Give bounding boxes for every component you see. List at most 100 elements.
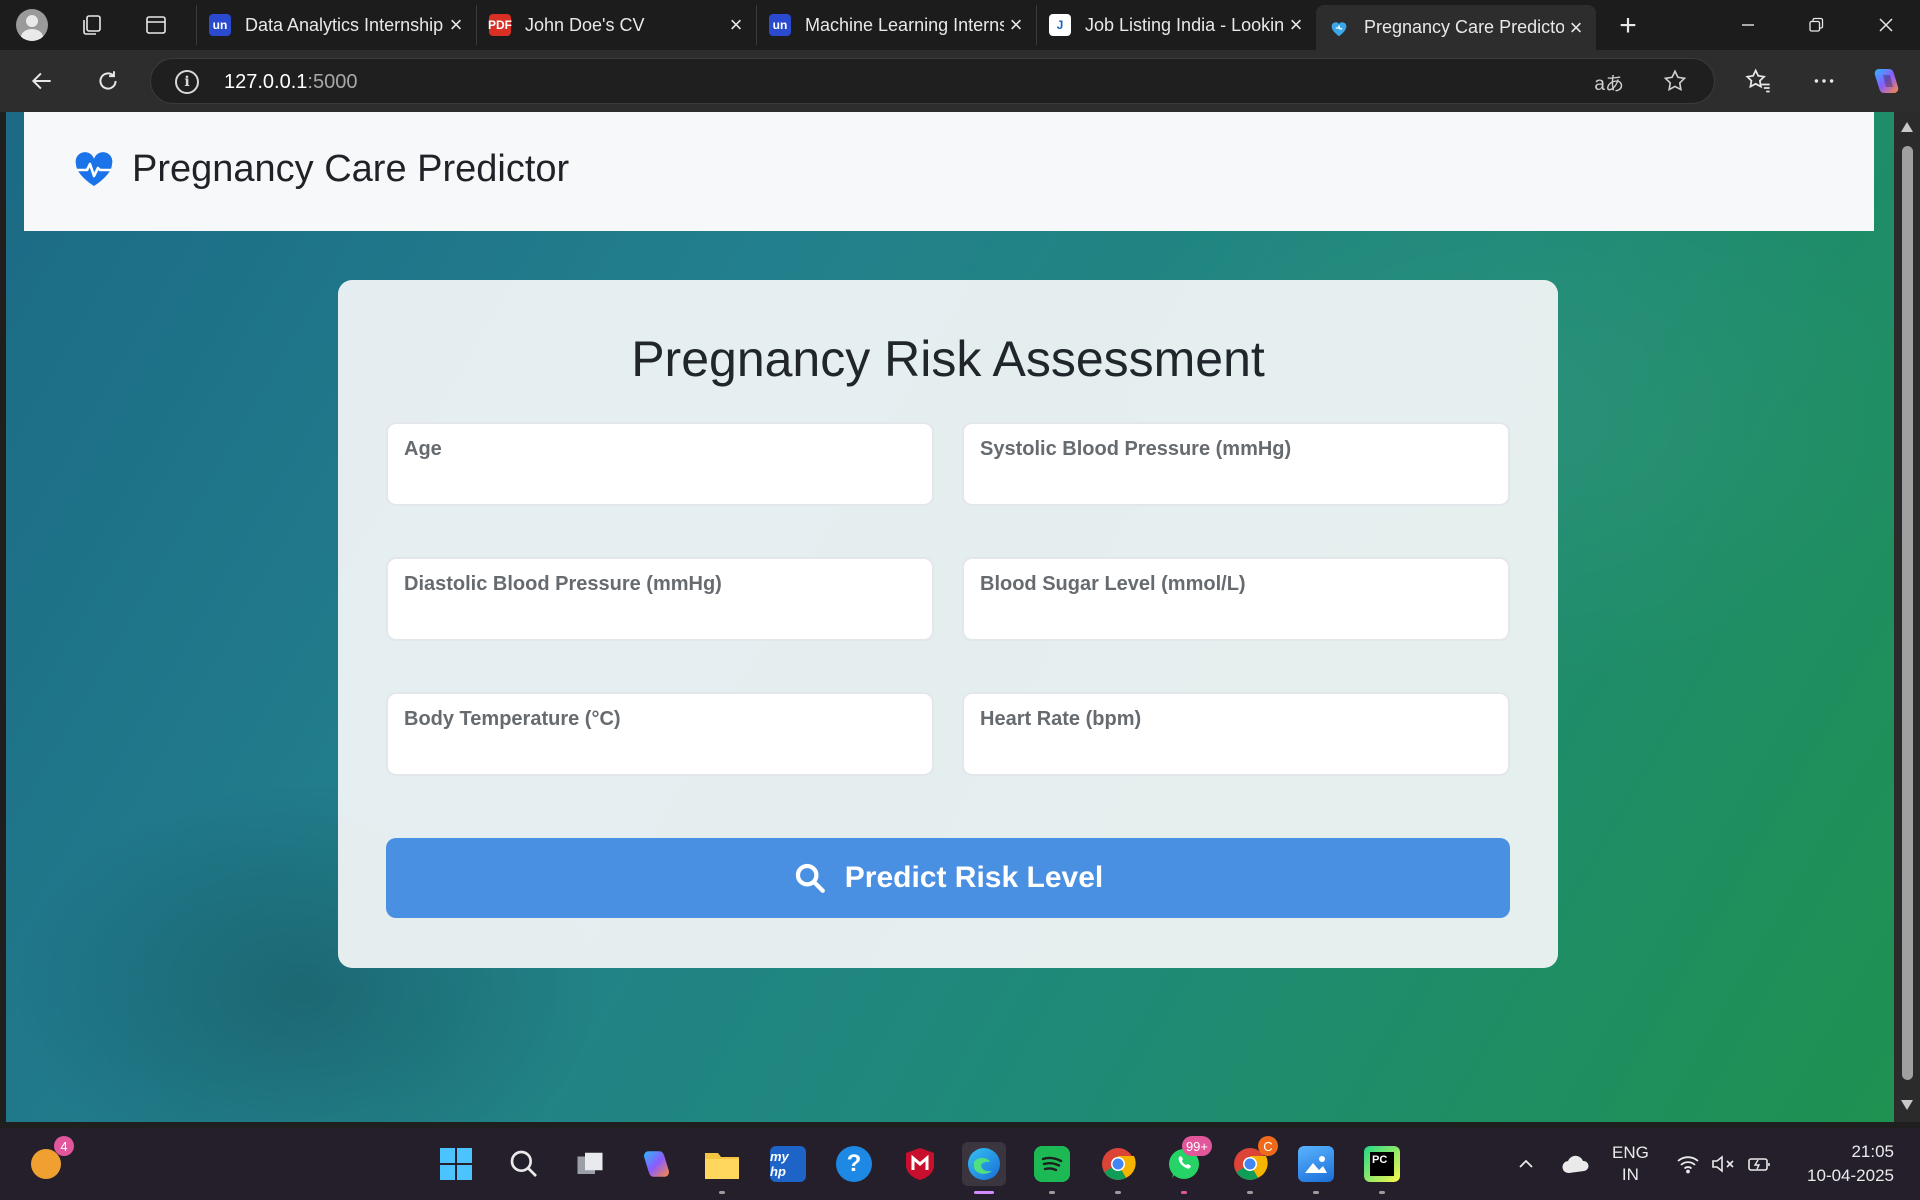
close-tab-icon[interactable]: × bbox=[444, 12, 468, 37]
chrome-button[interactable] bbox=[1096, 1142, 1140, 1194]
field-label: Body Temperature (°C) bbox=[404, 708, 621, 730]
restore-icon bbox=[1809, 17, 1824, 32]
predict-button-label: Predict Risk Level bbox=[844, 861, 1104, 894]
favorite-star-icon[interactable] bbox=[1662, 68, 1688, 99]
field-label: Age bbox=[404, 438, 442, 460]
close-tab-icon[interactable]: × bbox=[1564, 15, 1588, 40]
body-temperature-input[interactable] bbox=[404, 738, 914, 766]
battery-button[interactable] bbox=[1738, 1142, 1782, 1186]
widgets-button[interactable]: 4 bbox=[24, 1136, 74, 1186]
language-indicator[interactable]: ENG IN bbox=[1612, 1128, 1649, 1200]
site-info-icon[interactable]: i bbox=[175, 70, 199, 94]
address-bar[interactable]: i 127.0.0.1:5000 aあ bbox=[150, 58, 1715, 104]
search-icon bbox=[795, 863, 825, 893]
age-input[interactable] bbox=[404, 468, 914, 496]
edge-icon bbox=[968, 1148, 1000, 1180]
tab-john-doe-cv[interactable]: PDF John Doe's CV × bbox=[476, 5, 756, 45]
copilot-taskbar-button[interactable] bbox=[634, 1142, 678, 1186]
tab-actions-icon bbox=[146, 16, 166, 34]
body-temperature-field[interactable]: Body Temperature (°C) bbox=[386, 692, 934, 776]
task-view-button[interactable] bbox=[568, 1142, 612, 1186]
tab-machine-learning[interactable]: un Machine Learning Internship × bbox=[756, 5, 1036, 45]
running-indicator bbox=[1181, 1191, 1187, 1194]
spotify-button[interactable] bbox=[1030, 1142, 1074, 1194]
favorites-button[interactable] bbox=[1738, 61, 1778, 101]
pycharm-button[interactable]: PC bbox=[1360, 1142, 1404, 1194]
age-field[interactable]: Age bbox=[386, 422, 934, 506]
scroll-up-arrow-icon[interactable] bbox=[1901, 122, 1913, 132]
browser-toolbar: i 127.0.0.1:5000 aあ bbox=[0, 50, 1920, 112]
predict-risk-button[interactable]: Predict Risk Level bbox=[386, 838, 1510, 918]
systolic-bp-field[interactable]: Systolic Blood Pressure (mmHg) bbox=[962, 422, 1510, 506]
close-window-button[interactable] bbox=[1852, 0, 1920, 50]
show-hidden-icons-button[interactable] bbox=[1504, 1142, 1548, 1186]
search-button[interactable] bbox=[502, 1142, 546, 1186]
myhp-icon: my hp bbox=[770, 1146, 806, 1182]
get-help-button[interactable]: ? bbox=[832, 1142, 876, 1186]
blood-sugar-input[interactable] bbox=[980, 603, 1490, 631]
tab-title: Machine Learning Internship bbox=[805, 14, 1004, 35]
mcafee-shield-icon bbox=[906, 1148, 934, 1180]
new-tab-button[interactable]: + bbox=[1608, 8, 1648, 44]
scrollbar-thumb[interactable] bbox=[1902, 146, 1913, 1080]
unstop-favicon-icon: un bbox=[769, 14, 791, 36]
photos-icon bbox=[1298, 1146, 1334, 1182]
file-explorer-button[interactable] bbox=[700, 1142, 744, 1194]
folder-icon bbox=[705, 1153, 739, 1179]
assessment-card: Pregnancy Risk Assessment Age Systolic B… bbox=[338, 280, 1558, 968]
edge-button[interactable] bbox=[962, 1142, 1006, 1194]
workspaces-button[interactable] bbox=[72, 6, 112, 44]
workspaces-icon bbox=[83, 15, 101, 35]
clock-date: 10-04-2025 bbox=[1807, 1166, 1894, 1185]
close-tab-icon[interactable]: × bbox=[1004, 12, 1028, 37]
volume-muted-icon bbox=[1712, 1155, 1734, 1173]
back-arrow-icon bbox=[31, 72, 51, 90]
read-aloud-icon[interactable]: aあ bbox=[1594, 69, 1624, 96]
favorites-list-icon bbox=[1745, 68, 1770, 93]
copilot-icon bbox=[1874, 69, 1899, 93]
close-tab-icon[interactable]: × bbox=[724, 12, 748, 37]
heartbeat-logo-icon bbox=[75, 152, 113, 186]
tab-actions-button[interactable] bbox=[136, 6, 176, 44]
system-clock[interactable]: 21:05 10-04-2025 bbox=[1792, 1128, 1894, 1200]
pycharm-icon: PC bbox=[1364, 1146, 1400, 1182]
search-icon bbox=[510, 1150, 537, 1177]
whatsapp-button[interactable]: 99+ bbox=[1162, 1136, 1212, 1194]
photos-button[interactable] bbox=[1294, 1142, 1338, 1194]
diastolic-bp-field[interactable]: Diastolic Blood Pressure (mmHg) bbox=[386, 557, 934, 641]
tab-data-analytics[interactable]: un Data Analytics Internship × bbox=[196, 5, 476, 45]
heart-rate-field[interactable]: Heart Rate (bpm) bbox=[962, 692, 1510, 776]
minimize-button[interactable] bbox=[1714, 0, 1782, 50]
myhp-button[interactable]: my hp bbox=[766, 1142, 810, 1186]
heart-rate-input[interactable] bbox=[980, 738, 1490, 766]
url-text[interactable]: 127.0.0.1:5000 bbox=[224, 71, 357, 94]
pdf-favicon-icon: PDF bbox=[488, 14, 512, 36]
page-scrollbar[interactable] bbox=[1894, 112, 1920, 1122]
settings-more-button[interactable] bbox=[1804, 61, 1844, 101]
whatsapp-badge: 99+ bbox=[1181, 1136, 1212, 1156]
tab-pregnancy-care[interactable]: Pregnancy Care Predictor × bbox=[1316, 5, 1596, 50]
systolic-bp-input[interactable] bbox=[980, 468, 1490, 496]
restore-button[interactable] bbox=[1782, 0, 1850, 50]
plus-icon: + bbox=[1619, 9, 1637, 42]
close-tab-icon[interactable]: × bbox=[1284, 12, 1308, 37]
blood-sugar-field[interactable]: Blood Sugar Level (mmol/L) bbox=[962, 557, 1510, 641]
tab-job-listing[interactable]: J Job Listing India - Looking × bbox=[1036, 5, 1316, 45]
diastolic-bp-input[interactable] bbox=[404, 603, 914, 631]
start-button[interactable] bbox=[434, 1142, 478, 1186]
brand-title[interactable]: Pregnancy Care Predictor bbox=[132, 148, 569, 191]
chrome-profile-button[interactable]: C bbox=[1228, 1136, 1278, 1194]
profile-button[interactable] bbox=[12, 6, 52, 44]
copilot-button[interactable] bbox=[1866, 61, 1906, 101]
scroll-down-arrow-icon[interactable] bbox=[1901, 1100, 1913, 1110]
windows-taskbar: 4 my hp ? 99+ C PC ENG IN 21:05 10-04-20… bbox=[0, 1128, 1920, 1200]
mcafee-button[interactable] bbox=[898, 1142, 942, 1186]
wifi-icon bbox=[1677, 1156, 1699, 1174]
battery-charging-icon bbox=[1748, 1158, 1770, 1171]
back-button[interactable] bbox=[22, 61, 62, 101]
tab-title: John Doe's CV bbox=[525, 14, 645, 35]
onedrive-button[interactable] bbox=[1554, 1142, 1598, 1186]
cloud-icon bbox=[1562, 1155, 1589, 1174]
tab-title: Pregnancy Care Predictor bbox=[1364, 17, 1564, 37]
refresh-button[interactable] bbox=[88, 61, 128, 101]
